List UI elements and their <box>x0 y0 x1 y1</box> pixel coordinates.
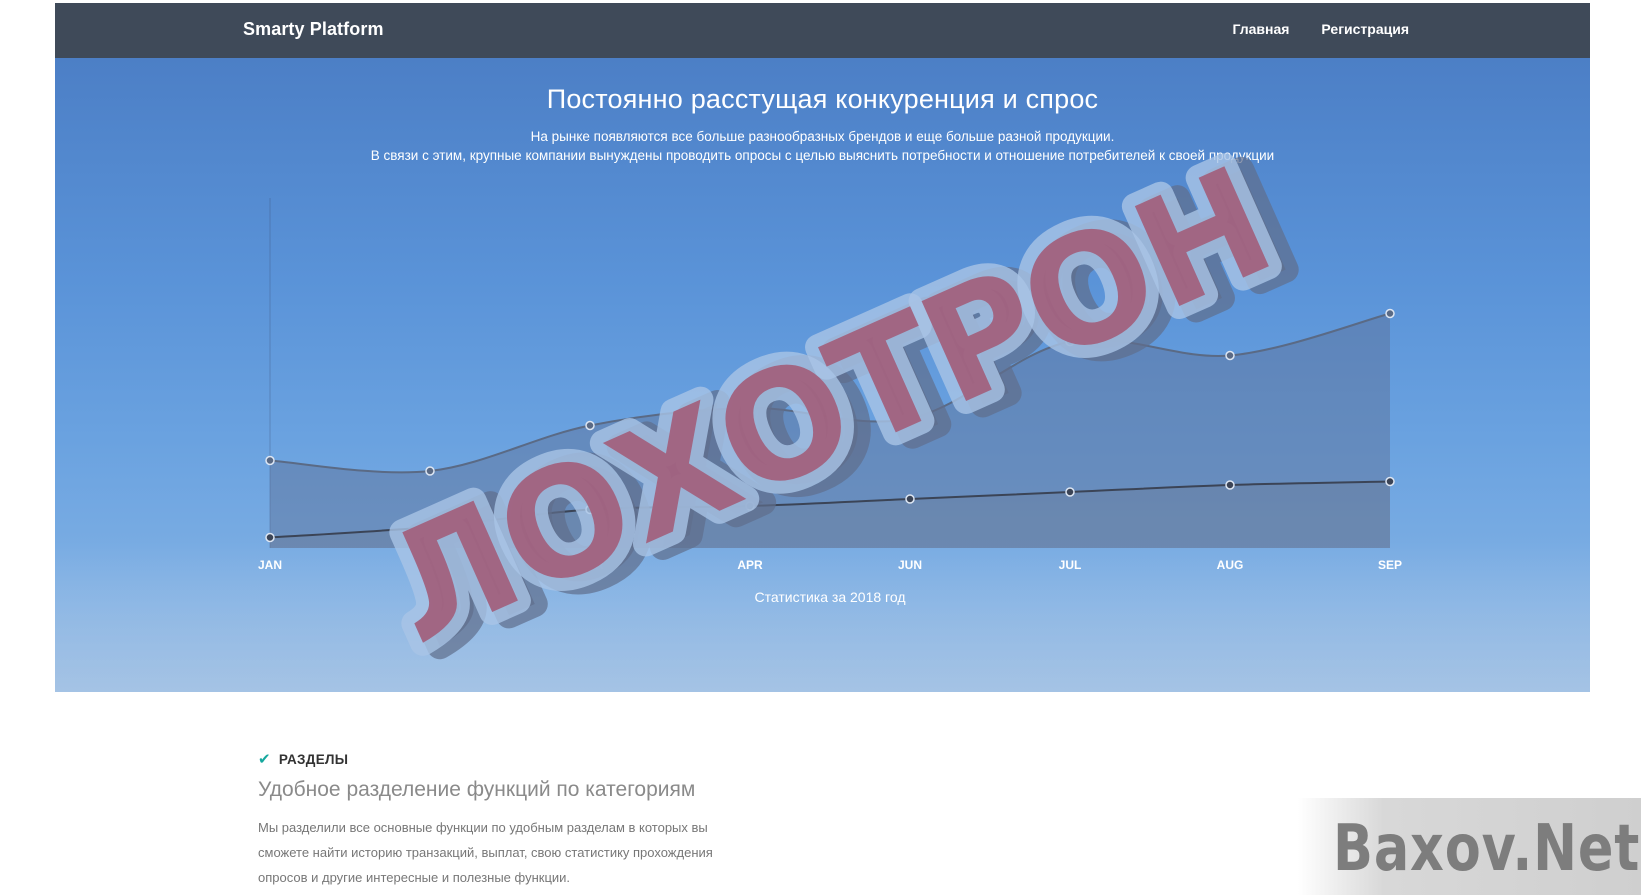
section-tag: ✔ РАЗДЕЛЫ <box>258 750 818 768</box>
x-tick-label-jul: JUL <box>1059 558 1082 572</box>
x-tick-label-aug: AUG <box>1217 558 1244 572</box>
section-description: Мы разделили все основные функции по удо… <box>258 820 713 885</box>
nav-link-home[interactable]: Главная <box>1232 21 1289 37</box>
series-2-point-jan <box>265 532 275 543</box>
chart-caption: Статистика за 2018 год <box>755 589 906 605</box>
series-1-point-feb <box>425 466 435 476</box>
series-1-point-aug <box>1225 350 1235 361</box>
nav-link-register[interactable]: Регистрация <box>1321 21 1409 37</box>
nav-links: Главная Регистрация <box>1232 21 1409 37</box>
check-icon: ✔ <box>258 751 271 768</box>
page-frame: Smarty Platform Главная Регистрация Пост… <box>55 3 1590 692</box>
series-2-point-sep <box>1385 476 1395 487</box>
series-2-point-aug <box>1225 480 1235 490</box>
site-watermark-logo: Baxov.Net <box>1333 812 1641 886</box>
hero-section: Постоянно расстущая конкуренция и спрос … <box>55 58 1590 692</box>
x-tick-label-apr: APR <box>737 558 763 572</box>
series-1-point-sep <box>1385 308 1395 319</box>
brand-logo[interactable]: Smarty Platform <box>243 19 384 40</box>
x-tick-label-jan: JAN <box>258 558 282 572</box>
top-navbar: Smarty Platform Главная Регистрация <box>55 3 1590 58</box>
x-tick-label-jun: JUN <box>898 558 922 572</box>
x-tick-label-sep: SEP <box>1378 558 1402 572</box>
series-2-point-jun <box>905 494 915 504</box>
section-tag-label: РАЗДЕЛЫ <box>278 751 349 767</box>
series-2-point-jul <box>1065 487 1075 497</box>
stats-chart: JAN FEB MAR APR JUN JUL AUG SEPСтатистика за 20… <box>258 122 1402 692</box>
series-1-point-jan <box>265 455 275 466</box>
sections-feature: ✔ РАЗДЕЛЫ Удобное разделение функций по … <box>258 750 818 890</box>
section-title: Удобное разделение функций по категориям <box>258 778 696 801</box>
